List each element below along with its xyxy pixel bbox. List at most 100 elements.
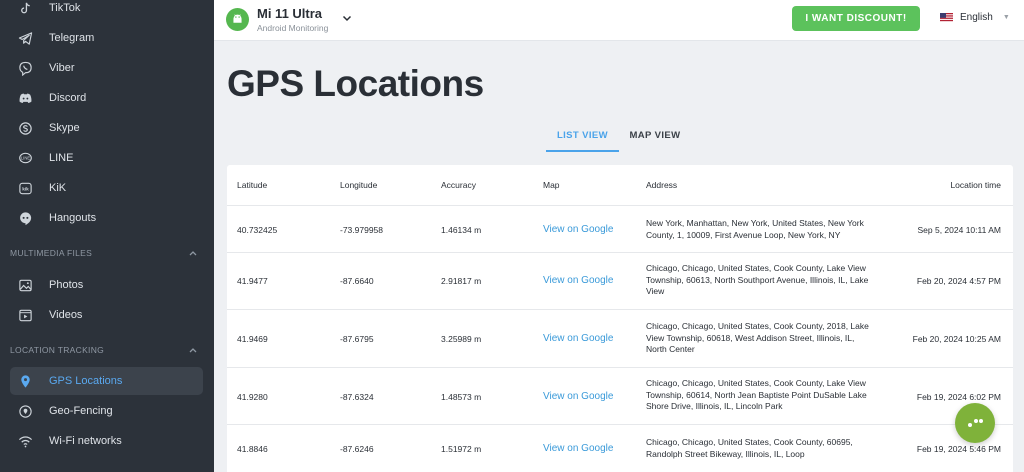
location-time-cell: Feb 20, 2024 4:57 PM bbox=[916, 276, 1001, 286]
address-cell: Chicago, Chicago, United States, Cook Co… bbox=[646, 263, 869, 296]
chevron-up-icon bbox=[189, 251, 197, 256]
chevron-up-icon bbox=[189, 348, 197, 353]
section-header-location[interactable]: LOCATION TRACKING bbox=[10, 341, 203, 359]
sidebar-item-label: Videos bbox=[49, 309, 83, 321]
accuracy-cell: 1.51972 m bbox=[441, 444, 482, 454]
column-header-map: Map bbox=[543, 180, 560, 190]
location-time-cell: Feb 19, 2024 5:46 PM bbox=[916, 444, 1001, 454]
section-header-label: MULTIMEDIA FILES bbox=[10, 248, 93, 258]
longitude-cell: -87.6640 bbox=[340, 276, 374, 286]
section-header-label: LOCATION TRACKING bbox=[10, 345, 105, 355]
sidebar-item-label: LINE bbox=[49, 152, 74, 164]
sidebar-item-label: Photos bbox=[49, 279, 84, 291]
longitude-cell: -87.6246 bbox=[340, 444, 374, 454]
view-on-google-link[interactable]: View on Google bbox=[543, 443, 613, 454]
latitude-cell: 41.9477 bbox=[237, 276, 268, 286]
android-icon bbox=[226, 8, 249, 31]
tab-map-view[interactable]: MAP VIEW bbox=[625, 124, 685, 152]
sidebar-item-videos[interactable]: Videos bbox=[10, 301, 203, 329]
view-on-google-link[interactable]: View on Google bbox=[543, 275, 613, 286]
viber-icon bbox=[10, 61, 40, 76]
column-header-longitude: Longitude bbox=[340, 180, 378, 190]
sidebar-item-label: Geo-Fencing bbox=[49, 405, 113, 417]
hangouts-icon bbox=[10, 211, 40, 226]
latitude-cell: 41.8846 bbox=[237, 444, 268, 454]
sidebar-item-label: Discord bbox=[49, 92, 87, 104]
sidebar-item-label: Wi-Fi networks bbox=[49, 435, 122, 447]
location-time-cell: Sep 5, 2024 10:11 AM bbox=[917, 225, 1002, 235]
section-header-multimedia[interactable]: MULTIMEDIA FILES bbox=[10, 244, 203, 262]
sidebar-item-kik[interactable]: kik KiK bbox=[10, 174, 203, 202]
sidebar-item-label: GPS Locations bbox=[49, 375, 123, 387]
table-row: 41.9469 -87.6795 3.25989 m View on Googl… bbox=[227, 310, 1013, 368]
caret-down-icon: ▼ bbox=[1002, 14, 1010, 21]
line-icon: LINE bbox=[10, 151, 40, 166]
latitude-cell: 41.9469 bbox=[237, 334, 268, 344]
address-cell: Chicago, Chicago, United States, Cook Co… bbox=[646, 378, 867, 411]
latitude-cell: 40.732425 bbox=[237, 225, 278, 235]
videos-icon bbox=[10, 308, 40, 323]
discount-button[interactable]: I WANT DISCOUNT! bbox=[792, 6, 920, 31]
language-label: English bbox=[960, 12, 993, 23]
accuracy-cell: 1.46134 m bbox=[441, 225, 482, 235]
address-cell: Chicago, Chicago, United States, Cook Co… bbox=[646, 321, 869, 354]
device-name[interactable]: Mi 11 Ultra bbox=[257, 6, 322, 21]
column-header-latitude: Latitude bbox=[237, 180, 268, 190]
table-row: 41.8846 -87.6246 1.51972 m View on Googl… bbox=[227, 425, 1013, 472]
location-pin-icon bbox=[10, 374, 40, 389]
page-title: GPS Locations bbox=[227, 63, 484, 104]
sidebar-item-tiktok[interactable]: TikTok bbox=[10, 0, 203, 22]
top-bar: Mi 11 Ultra Android Monitoring I WANT DI… bbox=[214, 0, 1024, 41]
skype-icon bbox=[10, 121, 40, 136]
column-header-accuracy: Accuracy bbox=[441, 180, 476, 190]
tiktok-icon bbox=[10, 1, 40, 16]
accuracy-cell: 3.25989 m bbox=[441, 334, 482, 344]
us-flag-icon bbox=[940, 13, 953, 22]
table-row: 41.9280 -87.6324 1.48573 m View on Googl… bbox=[227, 368, 1013, 425]
accuracy-cell: 1.48573 m bbox=[441, 392, 482, 402]
sidebar-item-gps-locations[interactable]: GPS Locations bbox=[10, 367, 203, 395]
sidebar-item-skype[interactable]: Skype bbox=[10, 114, 203, 142]
view-on-google-link[interactable]: View on Google bbox=[543, 391, 613, 402]
tab-list-view[interactable]: LIST VIEW bbox=[546, 124, 619, 152]
wifi-icon bbox=[10, 434, 40, 449]
address-cell: Chicago, Chicago, United States, Cook Co… bbox=[646, 437, 853, 459]
device-subtitle: Android Monitoring bbox=[257, 23, 329, 33]
table-row: 40.732425 -73.979958 1.46134 m View on G… bbox=[227, 206, 1013, 253]
sidebar-item-wifi-networks[interactable]: Wi-Fi networks bbox=[10, 427, 203, 455]
sidebar-item-line[interactable]: LINE LINE bbox=[10, 144, 203, 172]
longitude-cell: -87.6324 bbox=[340, 392, 374, 402]
sidebar-item-label: KiK bbox=[49, 182, 67, 194]
sidebar-item-label: Hangouts bbox=[49, 212, 97, 224]
geofencing-icon bbox=[10, 404, 40, 419]
sidebar-item-label: Skype bbox=[49, 122, 80, 134]
column-header-location-time: Location time bbox=[950, 180, 1001, 190]
language-selector[interactable]: English ▼ bbox=[940, 12, 1010, 23]
sidebar-item-label: TikTok bbox=[49, 2, 81, 14]
table-header: Latitude Longitude Accuracy Map Address … bbox=[227, 165, 1013, 206]
sidebar-item-hangouts[interactable]: Hangouts bbox=[10, 204, 203, 232]
view-on-google-link[interactable]: View on Google bbox=[543, 333, 613, 344]
kik-icon: kik bbox=[10, 181, 40, 196]
address-cell: New York, Manhattan, New York, United St… bbox=[646, 218, 864, 240]
sidebar-item-label: Viber bbox=[49, 62, 75, 74]
table-row: 41.9477 -87.6640 2.91817 m View on Googl… bbox=[227, 253, 1013, 310]
discord-icon bbox=[10, 91, 40, 106]
view-on-google-link[interactable]: View on Google bbox=[543, 224, 613, 235]
sidebar-item-viber[interactable]: Viber bbox=[10, 54, 203, 82]
sidebar-item-photos[interactable]: Photos bbox=[10, 271, 203, 299]
chat-button[interactable] bbox=[955, 403, 995, 443]
telegram-icon bbox=[10, 31, 40, 46]
chat-dots-icon bbox=[968, 419, 983, 427]
svg-text:LINE: LINE bbox=[20, 155, 30, 160]
sidebar-item-geo-fencing[interactable]: Geo-Fencing bbox=[10, 397, 203, 425]
sidebar-item-telegram[interactable]: Telegram bbox=[10, 24, 203, 52]
chevron-down-icon[interactable] bbox=[341, 12, 353, 24]
sidebar-item-discord[interactable]: Discord bbox=[10, 84, 203, 112]
sidebar-item-label: Telegram bbox=[49, 32, 95, 44]
accuracy-cell: 2.91817 m bbox=[441, 276, 482, 286]
column-header-address: Address bbox=[646, 180, 678, 190]
photos-icon bbox=[10, 278, 40, 293]
longitude-cell: -87.6795 bbox=[340, 334, 374, 344]
latitude-cell: 41.9280 bbox=[237, 392, 268, 402]
